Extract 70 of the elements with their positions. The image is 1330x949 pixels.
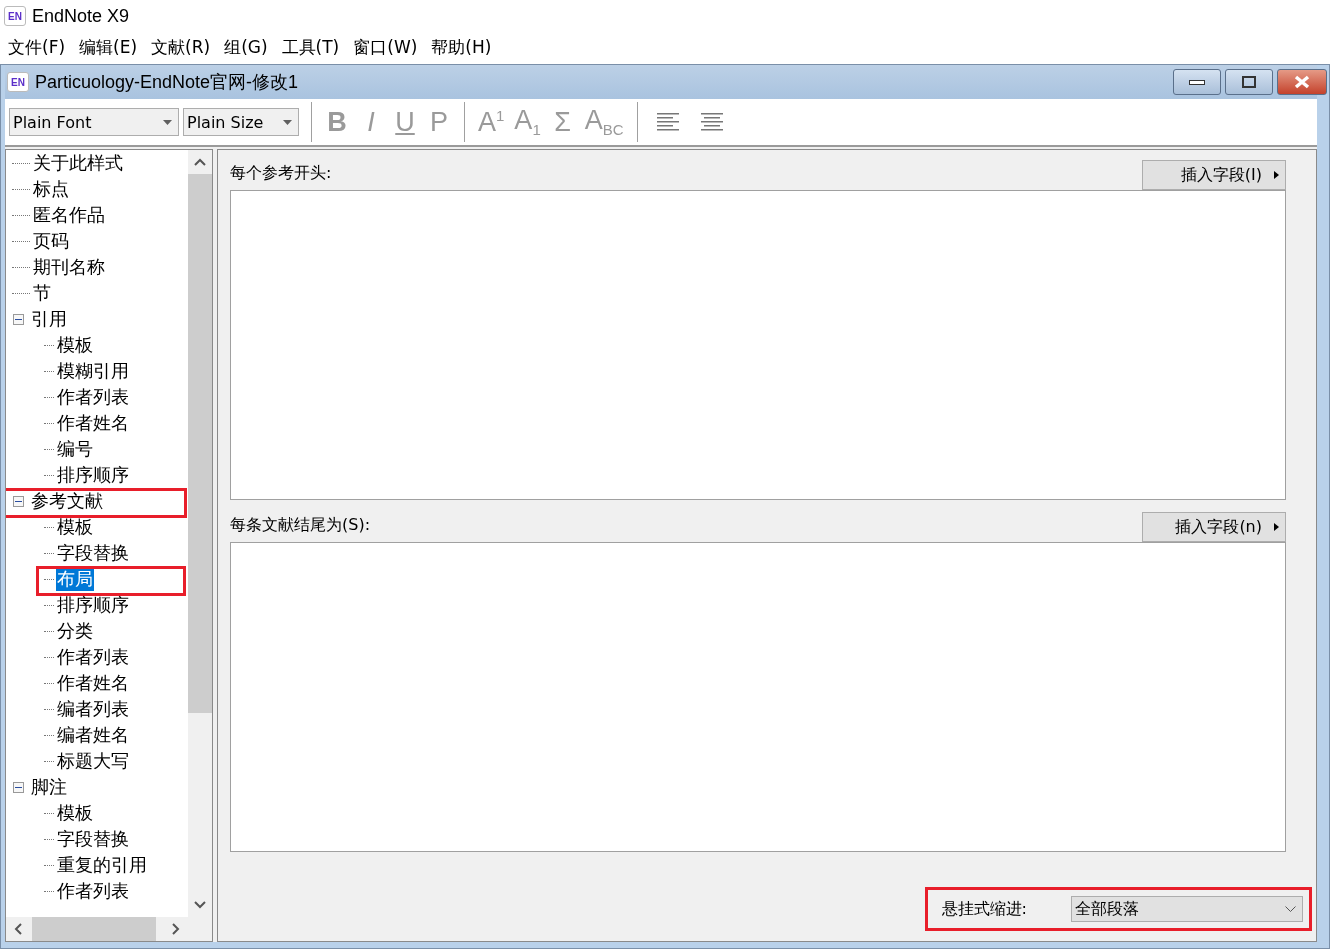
tree-item[interactable]: 关于此样式 — [32, 151, 124, 175]
tree-item[interactable]: 模板 — [56, 515, 94, 539]
app-logo: EN — [7, 72, 29, 92]
menu-item[interactable]: 窗口(W) — [353, 35, 418, 59]
align-center-icon — [700, 113, 723, 131]
maximize-button[interactable] — [1225, 69, 1273, 95]
insert-field-button[interactable]: 插入字段(I) — [1142, 160, 1286, 190]
minimize-icon — [1189, 79, 1205, 85]
tree-toggle[interactable] — [13, 781, 24, 793]
tree-item[interactable]: 排序顺序 — [56, 593, 130, 617]
align-left-icon — [656, 113, 679, 131]
tree-item[interactable]: 排序顺序 — [56, 463, 130, 487]
tree-item[interactable]: 标题大写 — [56, 749, 130, 773]
tree-item[interactable]: 页码 — [32, 229, 70, 253]
tree-item[interactable]: 引用 — [30, 307, 68, 331]
tree-item[interactable]: 字段替换 — [56, 827, 130, 851]
menu-item[interactable]: 文件(F) — [8, 35, 66, 59]
tree-item[interactable]: 作者列表 — [56, 645, 130, 669]
tree-toggle[interactable] — [13, 495, 24, 507]
menu-item[interactable]: 工具(T) — [281, 35, 340, 59]
close-button[interactable] — [1277, 69, 1327, 95]
tree-item[interactable]: 模糊引用 — [56, 359, 130, 383]
tree-item[interactable]: 字段替换 — [56, 541, 130, 565]
app-logo: EN — [4, 6, 26, 26]
tree-item[interactable]: 节 — [32, 281, 52, 305]
tree-item[interactable]: 作者姓名 — [56, 411, 130, 435]
font-dropdown[interactable]: Plain Font — [9, 108, 179, 136]
tree-item[interactable]: 编者列表 — [56, 697, 130, 721]
tree-item[interactable]: 编号 — [56, 437, 94, 461]
caret-icon — [283, 119, 292, 125]
submenu-arrow-icon — [1274, 523, 1279, 531]
section-label: 每个参考开头: — [230, 163, 332, 184]
tree-item[interactable]: 作者列表 — [56, 385, 130, 409]
close-icon — [1294, 75, 1310, 89]
submenu-arrow-icon — [1274, 171, 1279, 179]
chevron-down-icon — [1285, 906, 1296, 912]
tree-item[interactable]: 作者列表 — [56, 879, 130, 903]
scroll-left-icon — [14, 923, 22, 935]
menu-item[interactable]: 帮助(H) — [431, 35, 492, 59]
tree-item[interactable]: 匿名作品 — [32, 203, 106, 227]
scroll-right-icon — [172, 923, 180, 935]
tree-item[interactable]: 标点 — [32, 177, 70, 201]
tree-item[interactable]: 脚注 — [30, 775, 68, 799]
tree-item[interactable]: 布局 — [56, 567, 94, 591]
hanging-indent-label: 悬挂式缩进: — [941, 898, 1027, 920]
tree-item[interactable]: 模板 — [56, 801, 94, 825]
maximize-icon — [1242, 76, 1256, 88]
menu-item[interactable]: 编辑(E) — [79, 35, 138, 59]
horizontal-scrollbar[interactable] — [6, 917, 212, 941]
tree-item[interactable]: 期刊名称 — [32, 255, 106, 279]
insert-field-button[interactable]: 插入字段(n) — [1142, 512, 1286, 542]
tree-toggle[interactable] — [13, 313, 24, 325]
window-title: Particuology-EndNote官网-修改1 — [35, 71, 300, 94]
tree-item[interactable]: 编者姓名 — [56, 723, 130, 747]
tree-item[interactable]: 参考文献 — [30, 489, 104, 513]
tree-item[interactable]: 分类 — [56, 619, 94, 643]
caret-icon — [163, 119, 172, 125]
section-label: 每条文献结尾为(S): — [230, 515, 371, 536]
tree-item[interactable]: 作者姓名 — [56, 671, 130, 695]
vertical-scrollbar[interactable] — [188, 150, 212, 917]
app-title: EndNote X9 — [32, 5, 130, 27]
menu-item[interactable]: 组(G) — [224, 35, 268, 59]
scroll-up-icon — [194, 158, 206, 166]
size-dropdown[interactable]: Plain Size — [183, 108, 299, 136]
minimize-button[interactable] — [1173, 69, 1221, 95]
tree-item[interactable]: 模板 — [56, 333, 94, 357]
menu-item[interactable]: 文献(R) — [151, 35, 211, 59]
hanging-indent-dropdown[interactable]: 全部段落 — [1071, 896, 1303, 922]
tree-item[interactable]: 重复的引用 — [56, 853, 148, 877]
scroll-down-icon — [194, 901, 206, 909]
